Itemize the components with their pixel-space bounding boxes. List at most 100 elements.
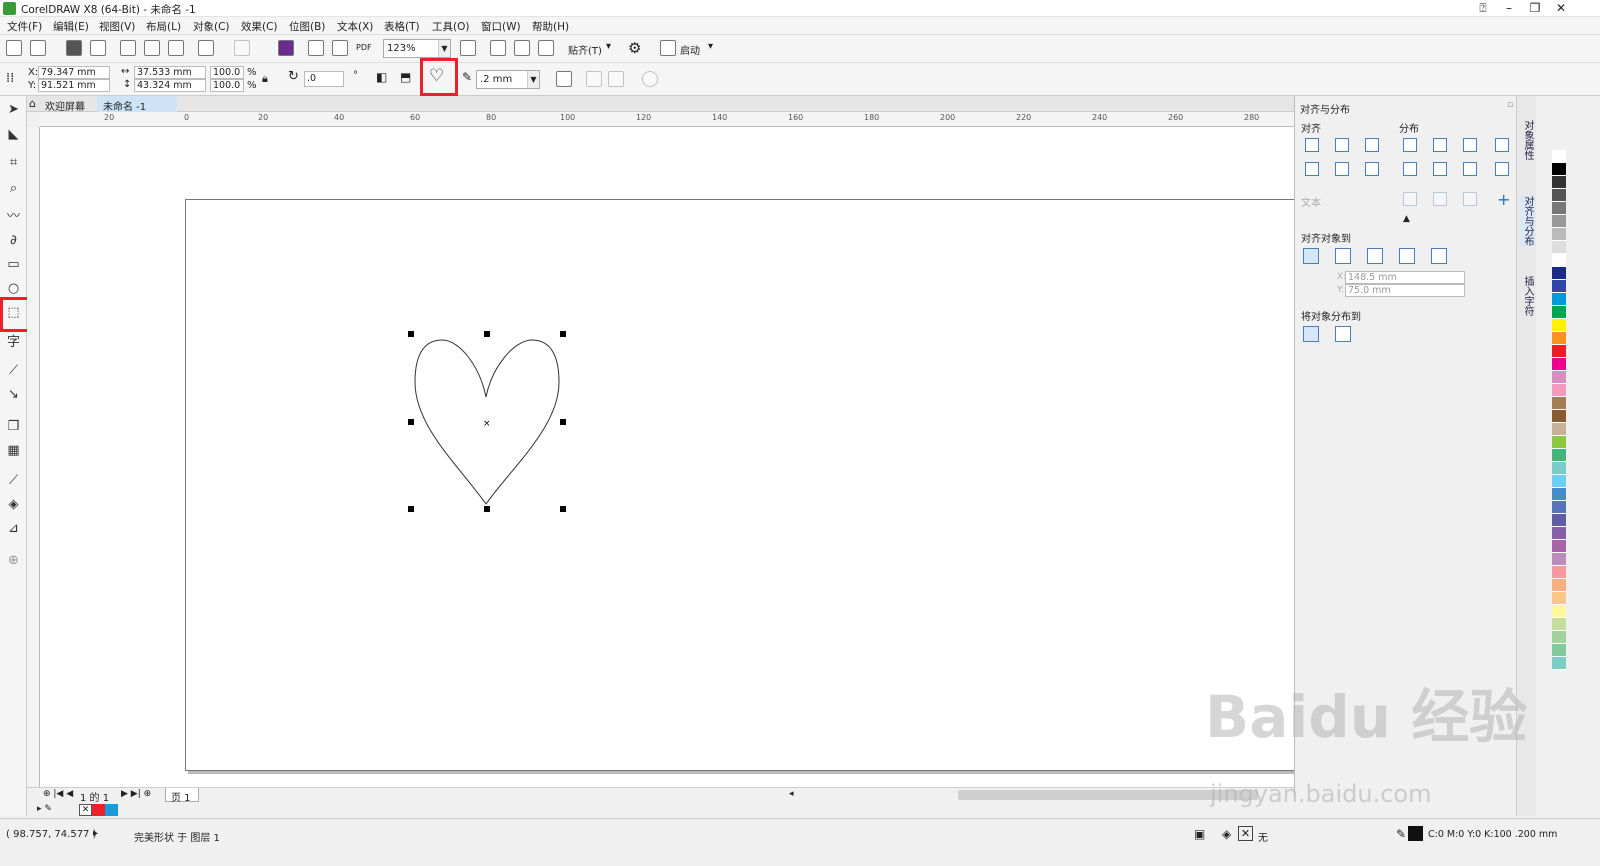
align-top-icon[interactable] bbox=[1305, 162, 1319, 176]
document-page[interactable] bbox=[185, 199, 1305, 771]
publish-pdf-icon[interactable]: PDF bbox=[356, 43, 372, 52]
menu-object[interactable]: 对象(C) bbox=[193, 19, 230, 34]
smart-fill-icon[interactable]: ⊿ bbox=[5, 520, 22, 537]
palette-swatch[interactable] bbox=[1552, 215, 1566, 228]
launch-dropdown[interactable]: 启动 bbox=[680, 42, 700, 57]
palette-swatch[interactable] bbox=[1552, 514, 1566, 527]
palette-swatch[interactable] bbox=[1552, 553, 1566, 566]
close-button[interactable]: ✕ bbox=[1550, 0, 1572, 16]
palette-menu-icon[interactable]: ▸ ✎ bbox=[37, 804, 52, 814]
undo-icon[interactable] bbox=[198, 40, 214, 56]
palette-swatch[interactable] bbox=[1552, 644, 1566, 657]
copy-icon[interactable] bbox=[144, 40, 160, 56]
menu-edit[interactable]: 编辑(E) bbox=[53, 19, 89, 34]
open-icon[interactable] bbox=[30, 40, 46, 56]
transparency-icon[interactable]: ▦ bbox=[5, 442, 22, 459]
snap-to-dropdown[interactable]: 贴齐(T) bbox=[568, 42, 602, 57]
align-to-page-edge-icon[interactable] bbox=[1335, 248, 1351, 264]
distribute-spacing-h-icon[interactable] bbox=[1495, 138, 1509, 152]
palette-swatch[interactable] bbox=[1552, 501, 1566, 514]
palette-swatch[interactable] bbox=[1552, 657, 1566, 670]
align-y-field[interactable]: 75.0 mm bbox=[1345, 284, 1465, 297]
scroll-left-icon[interactable]: ◂ bbox=[789, 789, 794, 799]
palette-swatch[interactable] bbox=[1552, 384, 1566, 397]
swatch-blue[interactable] bbox=[105, 804, 118, 816]
menu-help[interactable]: 帮助(H) bbox=[532, 19, 569, 34]
palette-swatch[interactable] bbox=[1552, 319, 1566, 332]
palette-swatch[interactable] bbox=[1552, 358, 1566, 371]
tab-object-properties[interactable]: 对象属性 bbox=[1519, 120, 1535, 160]
save-icon[interactable] bbox=[66, 40, 82, 56]
palette-swatch[interactable] bbox=[1552, 423, 1566, 436]
status-arrow-icon[interactable]: ▸ bbox=[93, 828, 98, 839]
tab-insert-character[interactable]: 插入字符 bbox=[1519, 276, 1535, 316]
distribute-to-selection-icon[interactable] bbox=[1303, 326, 1319, 342]
full-screen-icon[interactable] bbox=[460, 40, 476, 56]
text-align-baseline-icon[interactable] bbox=[1463, 192, 1477, 206]
align-to-page-center-icon[interactable] bbox=[1367, 248, 1383, 264]
eyedropper-icon[interactable]: ⟋ bbox=[5, 472, 22, 489]
crop-tool-icon[interactable]: ⌗ bbox=[5, 154, 22, 171]
corel-connect-icon[interactable] bbox=[278, 40, 294, 56]
palette-swatch[interactable] bbox=[1552, 566, 1566, 579]
text-align-last-icon[interactable] bbox=[1433, 192, 1447, 206]
page-nav-forward-icon[interactable]: ▶ ▶| ⊕ bbox=[121, 789, 151, 799]
scale-y-field[interactable]: 100.0 bbox=[210, 79, 244, 92]
ellipse-tool-icon[interactable]: ○ bbox=[5, 280, 22, 297]
perfect-shape-heart-icon[interactable]: ♡ bbox=[429, 66, 444, 86]
collapse-chevron-up-icon[interactable]: ▲ bbox=[1403, 214, 1410, 224]
menu-table[interactable]: 表格(T) bbox=[384, 19, 420, 34]
horizontal-ruler[interactable]: 20 0 20 40 60 80 100 120 140 160 180 200… bbox=[40, 112, 1294, 127]
palette-swatch[interactable] bbox=[1552, 397, 1566, 410]
show-guidelines-icon[interactable] bbox=[538, 40, 554, 56]
palette-swatch[interactable] bbox=[1552, 293, 1566, 306]
page-nav-arrows-icon[interactable]: ⊕ |◀ ◀ bbox=[43, 789, 73, 799]
connector-tool-icon[interactable]: ↘ bbox=[5, 386, 22, 403]
palette-swatch[interactable] bbox=[1552, 631, 1566, 644]
home-icon[interactable]: ⌂ bbox=[29, 97, 36, 110]
menu-window[interactable]: 窗口(W) bbox=[481, 19, 521, 34]
menu-view[interactable]: 视图(V) bbox=[99, 19, 135, 34]
zoom-tool-icon[interactable]: ⌕ bbox=[5, 180, 22, 197]
zoom-select[interactable]: 123% ▼ bbox=[383, 39, 451, 58]
artistic-media-icon[interactable]: ∂ bbox=[5, 232, 22, 249]
x-position-field[interactable]: 79.347 mm bbox=[38, 66, 110, 79]
palette-swatch[interactable] bbox=[1552, 449, 1566, 462]
drawing-canvas[interactable]: × bbox=[40, 127, 1305, 787]
width-field[interactable]: 37.533 mm bbox=[134, 66, 206, 79]
palette-swatch[interactable] bbox=[1552, 150, 1566, 163]
convert-to-curves-icon[interactable] bbox=[642, 71, 658, 87]
add-tool-icon[interactable]: ⊕ bbox=[5, 552, 22, 569]
palette-swatch[interactable] bbox=[1552, 527, 1566, 540]
rotation-field[interactable]: .0 bbox=[304, 71, 344, 87]
palette-swatch[interactable] bbox=[1552, 540, 1566, 553]
parallel-dimension-icon[interactable]: ⟋ bbox=[5, 362, 22, 379]
palette-swatch[interactable] bbox=[1552, 267, 1566, 280]
options-gear-icon[interactable]: ⚙ bbox=[628, 39, 641, 57]
palette-swatch[interactable] bbox=[1552, 163, 1566, 176]
palette-swatch[interactable] bbox=[1552, 475, 1566, 488]
palette-swatch[interactable] bbox=[1552, 462, 1566, 475]
distribute-top-icon[interactable] bbox=[1403, 162, 1417, 176]
add-icon[interactable]: + bbox=[1497, 190, 1510, 209]
palette-swatch[interactable] bbox=[1552, 488, 1566, 501]
text-align-first-icon[interactable] bbox=[1403, 192, 1417, 206]
distribute-left-icon[interactable] bbox=[1403, 138, 1417, 152]
align-bottom-icon[interactable] bbox=[1365, 162, 1379, 176]
align-to-grid-icon[interactable] bbox=[1399, 248, 1415, 264]
to-back-icon[interactable] bbox=[608, 71, 624, 87]
palette-swatch[interactable] bbox=[1552, 579, 1566, 592]
cut-icon[interactable] bbox=[120, 40, 136, 56]
outline-width-select[interactable]: .2 mm ▼ bbox=[476, 70, 540, 89]
swatch-red[interactable] bbox=[92, 804, 105, 816]
align-center-h-icon[interactable] bbox=[1335, 138, 1349, 152]
palette-swatch[interactable] bbox=[1552, 280, 1566, 293]
tab-page-1[interactable]: 页 1 bbox=[165, 788, 199, 804]
text-tool-icon[interactable]: 字 bbox=[5, 334, 22, 351]
distribute-right-icon[interactable] bbox=[1463, 138, 1477, 152]
scale-x-field[interactable]: 100.0 bbox=[210, 66, 244, 79]
new-document-icon[interactable] bbox=[6, 40, 22, 56]
restore-button[interactable]: ❐ bbox=[1524, 0, 1546, 16]
no-color-swatch[interactable]: ✕ bbox=[79, 804, 92, 816]
text-wrap-icon[interactable] bbox=[556, 71, 572, 87]
